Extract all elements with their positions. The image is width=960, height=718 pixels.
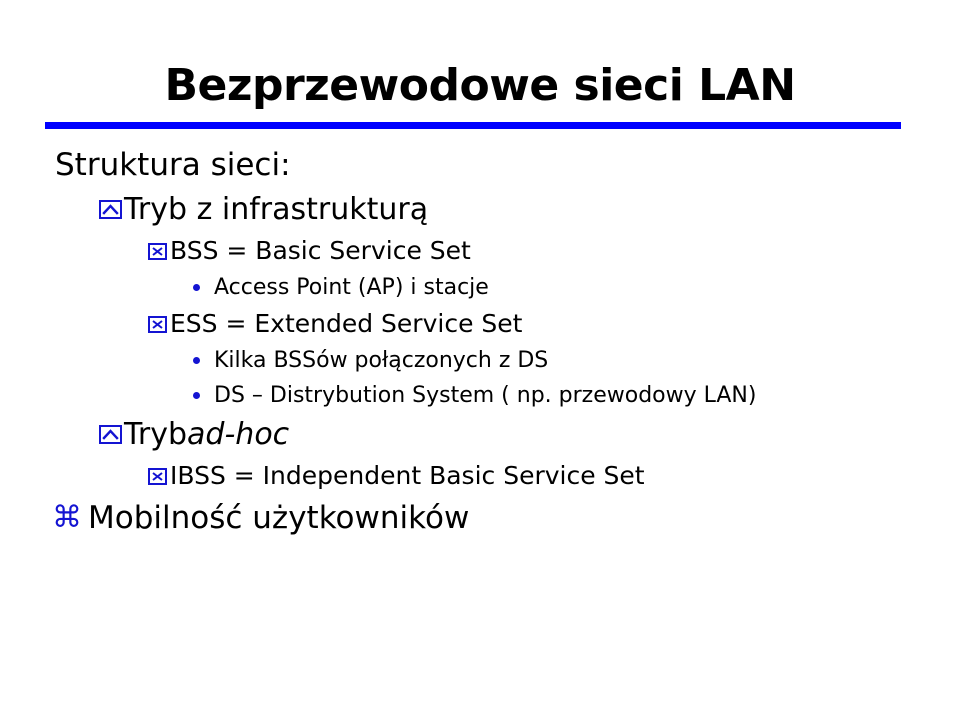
- bullet-line: Tryb ad-hoc: [0, 413, 960, 457]
- bullet-text: ESS = Extended Service Set: [170, 309, 523, 338]
- bullet-text: Access Point (AP) i stacje: [214, 275, 489, 300]
- dot-icon: [193, 392, 200, 399]
- bullet-line: ⌘ Mobilność użytkowników: [0, 495, 960, 541]
- bullet-text-emphasis: ad-hoc: [187, 417, 290, 452]
- bullet-text: Mobilność użytkowników: [88, 500, 470, 536]
- command-icon: ⌘: [52, 500, 82, 535]
- bullet-text: BSS = Basic Service Set: [170, 236, 471, 265]
- presentation-slide: Bezprzewodowe sieci LAN Struktura sieci:…: [0, 0, 960, 718]
- slide-title-block: Bezprzewodowe sieci LAN: [0, 60, 960, 129]
- bullet-text: DS – Distrybution System ( np. przewodow…: [214, 383, 757, 408]
- slide-body: Struktura sieci: Tryb z infrastrukturą B…: [0, 143, 960, 541]
- box-caret-icon: [99, 199, 122, 219]
- bullet-line: Kilka BSSów połączonych z DS: [0, 343, 960, 378]
- bullet-line: BSS = Basic Service Set: [0, 232, 960, 270]
- bullet-line: ESS = Extended Service Set: [0, 305, 960, 343]
- box-x-icon: [148, 467, 167, 485]
- box-x-icon: [148, 315, 167, 333]
- bullet-line: IBSS = Independent Basic Service Set: [0, 457, 960, 495]
- bullet-text: IBSS = Independent Basic Service Set: [170, 461, 645, 490]
- box-caret-icon: [99, 424, 122, 444]
- bullet-line: DS – Distrybution System ( np. przewodow…: [0, 378, 960, 413]
- bullet-text: Tryb: [124, 417, 188, 452]
- bullet-line: Tryb z infrastrukturą: [0, 188, 960, 232]
- dot-icon: [193, 284, 200, 291]
- bullet-text: Kilka BSSów połączonych z DS: [214, 348, 549, 373]
- box-x-icon: [148, 242, 167, 260]
- title-underline-rule: [45, 122, 901, 129]
- bullet-text: Struktura sieci:: [55, 147, 291, 183]
- bullet-text: Tryb z infrastrukturą: [124, 192, 429, 227]
- bullet-line: Struktura sieci:: [0, 143, 960, 188]
- bullet-line: Access Point (AP) i stacje: [0, 270, 960, 305]
- page-title: Bezprzewodowe sieci LAN: [164, 60, 796, 111]
- dot-icon: [193, 357, 200, 364]
